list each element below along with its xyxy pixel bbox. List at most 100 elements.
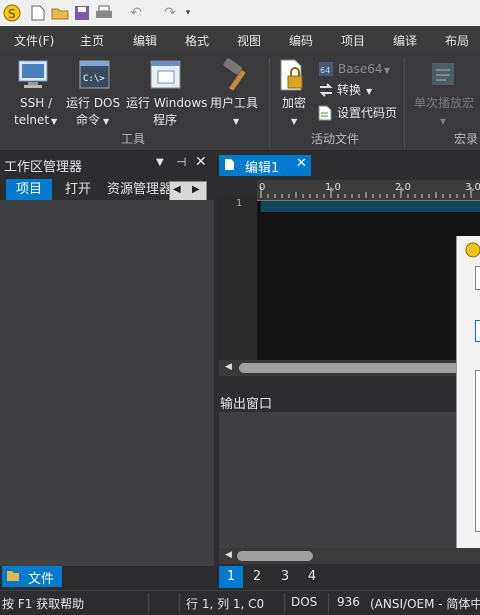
tab-open[interactable]: 打开 <box>59 179 97 201</box>
group-label-active-file: 活动文件 <box>311 132 360 146</box>
tab-explorer[interactable]: 资源管理器 <box>101 179 179 201</box>
dialog-list-box[interactable] <box>475 370 480 532</box>
workspace-bottom-tab-files[interactable]: 文件 <box>2 566 62 587</box>
chevron-down-icon: ▼ <box>440 117 447 126</box>
undo-icon[interactable]: ↶ <box>126 3 146 23</box>
status-line-ending[interactable]: DOS <box>291 595 317 609</box>
run-dos-label-line1: 运行 DOS <box>66 96 121 110</box>
user-tools-label: 用户工具 <box>210 96 259 110</box>
folder-icon <box>6 569 20 585</box>
editor-horizontal-scrollbar[interactable]: ◀ <box>219 360 480 376</box>
chevron-down-icon: ▼ <box>384 66 391 75</box>
status-codepage-name[interactable]: (ANSI/OEM - 简体中 <box>370 595 480 612</box>
tab-project[interactable]: 项目 <box>6 179 53 201</box>
status-bar: 按 F1 获取帮助 行 1, 列 1, C0 DOS 936 (ANSI/OEM… <box>0 590 480 615</box>
ribbon-divider <box>269 58 270 148</box>
redo-icon[interactable]: ↷ <box>160 3 180 23</box>
run-windows-label-line2: 程序 <box>153 113 178 127</box>
status-divider <box>179 593 180 613</box>
editor-text-area[interactable] <box>257 197 480 360</box>
tab-scroll-buttons: ◀ ▶ <box>169 181 207 201</box>
scroll-left-icon[interactable]: ◀ <box>225 362 232 372</box>
ribbon-divider <box>404 58 405 148</box>
save-icon[interactable] <box>72 3 92 23</box>
status-codepage-number[interactable]: 936 <box>337 595 360 609</box>
scroll-left-icon[interactable]: ◀ <box>173 184 181 195</box>
output-window-titlebar: 输出窗口 <box>217 390 480 412</box>
output-page-tab-2[interactable]: 2 <box>245 566 269 588</box>
workspace-manager-title: 工作区管理器 <box>4 160 83 175</box>
chevron-down-icon: ▼ <box>103 117 110 126</box>
windows-program-icon <box>150 60 182 93</box>
status-divider <box>148 593 149 613</box>
close-tab-icon[interactable]: ✕ <box>296 156 307 171</box>
dialog-tab[interactable] <box>475 266 480 290</box>
workspace-manager-titlebar: 工作区管理器 ▼ ⊣ ✕ <box>0 154 214 175</box>
overlay-dialog[interactable] <box>456 236 480 548</box>
chevron-down-icon: ▼ <box>291 117 298 126</box>
menu-edit[interactable]: 编辑 <box>133 32 157 49</box>
scrollbar-thumb[interactable] <box>237 551 313 561</box>
output-window-title: 输出窗口 <box>220 397 273 412</box>
scroll-left-icon[interactable]: ◀ <box>225 550 232 560</box>
dialog-input-field[interactable] <box>475 320 480 342</box>
ssh-label-line1: SSH / <box>20 96 53 110</box>
line-number: 1 <box>236 198 243 209</box>
editor-tab-label: 编辑1 <box>245 161 280 176</box>
output-page-tab-3[interactable]: 3 <box>273 566 297 588</box>
menu-view[interactable]: 视图 <box>237 32 261 49</box>
quick-access-toolbar: S ↶ ↷ ▾ <box>0 0 480 26</box>
base64-label: Base64 <box>338 62 383 76</box>
codepage-icon <box>318 105 332 124</box>
pin-icon[interactable]: ⊣ <box>176 155 186 169</box>
run-dos-label-line2: 命令 <box>76 113 101 127</box>
macro-scroll-icon <box>428 59 460 94</box>
dos-prompt-icon: C:\> <box>79 60 111 93</box>
open-folder-icon[interactable] <box>50 3 70 23</box>
output-horizontal-scrollbar[interactable]: ◀ <box>219 548 480 564</box>
status-divider <box>328 593 329 613</box>
menu-project[interactable]: 项目 <box>341 32 365 49</box>
convert-label: 转换 <box>337 83 362 97</box>
scrollbar-thumb[interactable] <box>239 363 480 373</box>
customize-arrow-icon[interactable]: ▾ <box>178 3 198 23</box>
menu-home[interactable]: 主页 <box>80 32 104 49</box>
menu-layout[interactable]: 布局 <box>445 32 469 49</box>
group-label-macro: 宏录 <box>454 132 479 146</box>
svg-text:64: 64 <box>320 66 330 75</box>
svg-text:C:\>: C:\> <box>83 74 105 84</box>
status-divider <box>284 593 285 613</box>
menu-format[interactable]: 格式 <box>185 32 209 49</box>
chevron-down-icon: ▼ <box>366 87 373 96</box>
workspace-panel-body <box>0 200 214 566</box>
ssh-terminal-icon <box>18 60 52 95</box>
document-icon <box>224 158 235 174</box>
codepage-label: 设置代码页 <box>337 106 398 120</box>
print-icon[interactable] <box>94 3 114 23</box>
svg-text:S: S <box>8 7 16 21</box>
status-help-text: 按 F1 获取帮助 <box>2 597 85 611</box>
menu-build[interactable]: 编译 <box>393 32 417 49</box>
menu-bar: 文件(F) 主页 编辑 格式 视图 编码 项目 编译 布局 <box>0 26 480 52</box>
editor-tab-edit1[interactable]: 编辑1 ✕ <box>219 155 311 176</box>
output-page-tab-1[interactable]: 1 <box>219 566 243 588</box>
column-ruler: 0 1,0 2,0 3,0 <box>257 180 480 201</box>
close-icon[interactable]: ✕ <box>195 154 207 170</box>
menu-file[interactable]: 文件(F) <box>14 32 54 49</box>
status-cursor-position: 行 1, 列 1, C0 <box>186 597 265 611</box>
dropdown-arrow-icon[interactable]: ▼ <box>156 157 164 168</box>
new-file-icon[interactable] <box>28 3 48 23</box>
ruler-label: 2,0 <box>395 182 411 193</box>
chevron-down-icon: ▼ <box>51 117 58 126</box>
base64-icon: 64 <box>318 61 334 80</box>
replay-macro-label: 单次播放宏 <box>414 96 475 110</box>
menu-encoding[interactable]: 编码 <box>289 32 313 49</box>
output-page-tab-4[interactable]: 4 <box>300 566 324 588</box>
convert-icon <box>318 82 334 101</box>
scroll-right-icon[interactable]: ▶ <box>192 184 200 195</box>
app-logo-icon[interactable]: S <box>2 3 22 23</box>
output-window-body <box>219 412 480 562</box>
ruler-label: 1,0 <box>325 182 341 193</box>
ruler-label: 3,0 <box>465 182 480 193</box>
encrypt-label: 加密 <box>282 96 307 110</box>
